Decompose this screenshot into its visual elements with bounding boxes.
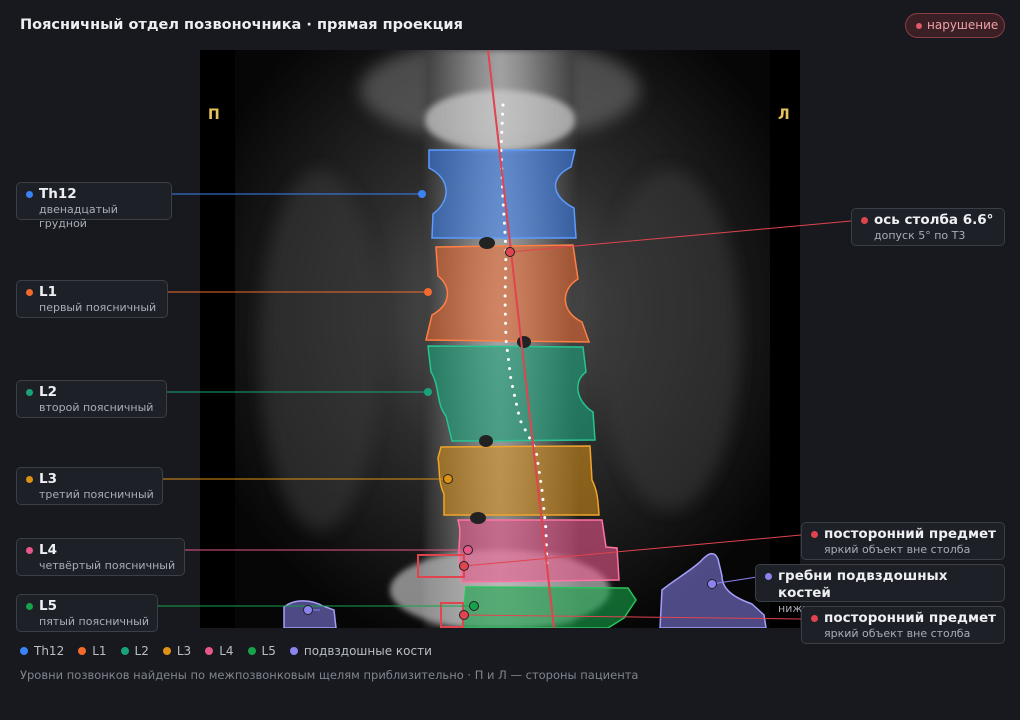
legend-swatch <box>289 647 298 655</box>
legend: Th12 L1 L2 L3 L4 L5 подвздошные кости <box>20 644 432 658</box>
legend-label: L5 <box>261 644 276 658</box>
card-title: L1 <box>39 284 57 300</box>
segment-l2[interactable] <box>427 345 596 442</box>
finding-dot-iliac <box>765 573 772 580</box>
label-card-th12[interactable]: Th12 двенадцатый грудной <box>16 182 172 230</box>
legend-swatch <box>120 647 129 655</box>
legend-swatch <box>247 647 256 655</box>
card-subtitle: яркий объект вне столба <box>824 543 971 556</box>
card-subtitle: четвёртый поясничный <box>39 559 176 572</box>
card-title: ось столба 6.6° <box>874 212 994 228</box>
status-badge: нарушение <box>905 13 1005 38</box>
label-card-l2[interactable]: L2 второй поясничный <box>16 380 167 418</box>
legend-swatch <box>162 647 171 655</box>
segment-l5[interactable] <box>461 586 637 628</box>
finding-card-foreign-1[interactable]: посторонний предмет яркий объект вне сто… <box>801 522 1005 560</box>
legend-dot-l1 <box>26 289 33 296</box>
card-title: посторонний предмет <box>824 610 996 626</box>
legend-swatch <box>205 647 214 655</box>
finding-card-iliac[interactable]: гребни подвздошных костей нижняя граница… <box>755 564 1005 615</box>
legend-item-l3[interactable]: L3 <box>162 644 192 658</box>
side-marker-right: П <box>208 107 220 123</box>
legend-item-l4[interactable]: L4 <box>205 644 234 658</box>
legend-label: L1 <box>92 644 107 658</box>
legend-swatch <box>78 647 87 655</box>
card-title: L2 <box>39 384 57 400</box>
card-subtitle: третий поясничный <box>39 488 154 501</box>
segment-th12[interactable] <box>428 149 577 239</box>
legend-swatch <box>20 647 28 655</box>
card-title: L5 <box>39 598 57 614</box>
card-subtitle: допуск 5° по Т3 <box>874 229 966 242</box>
page-title: Поясничный отдел позвоночника · прямая п… <box>20 17 463 33</box>
label-card-l5[interactable]: L5 пятый поясничный <box>16 594 158 632</box>
finding-card-foreign-2[interactable]: посторонний предмет яркий объект вне сто… <box>801 606 1005 644</box>
card-subtitle: пятый поясничный <box>39 615 149 628</box>
card-title: гребни подвздошных костей <box>778 568 948 601</box>
card-subtitle: яркий объект вне столба <box>824 627 971 640</box>
legend-dot-l5 <box>26 603 33 610</box>
card-subtitle: двенадцатый грудной <box>39 203 118 230</box>
legend-label: Th12 <box>34 644 65 658</box>
legend-dot-l3 <box>26 476 33 483</box>
card-title: посторонний предмет <box>824 526 996 542</box>
finding-dot-axis <box>861 217 868 224</box>
card-subtitle: второй поясничный <box>39 401 154 414</box>
xray-image <box>200 50 800 628</box>
footer-note: Уровни позвонков найдены по межпозвонков… <box>20 668 639 682</box>
legend-item-l5[interactable]: L5 <box>247 644 276 658</box>
legend-item-l1[interactable]: L1 <box>78 644 107 658</box>
legend-item-iliac[interactable]: подвздошные кости <box>289 644 432 658</box>
status-dot <box>916 23 922 29</box>
xray-viewer[interactable]: П Л <box>200 50 800 628</box>
legend-dot-l2 <box>26 389 33 396</box>
segment-l4[interactable] <box>456 519 620 583</box>
label-card-l1[interactable]: L1 первый поясничный <box>16 280 168 318</box>
card-title: Th12 <box>39 186 77 202</box>
legend-item-l2[interactable]: L2 <box>120 644 149 658</box>
finding-card-axis[interactable]: ось столба 6.6° допуск 5° по Т3 <box>851 208 1005 246</box>
status-badge-label: нарушение <box>927 18 999 32</box>
legend-label: L2 <box>134 644 149 658</box>
legend-item-th12[interactable]: Th12 <box>20 644 64 658</box>
side-marker-left: Л <box>778 107 790 123</box>
label-card-l3[interactable]: L3 третий поясничный <box>16 467 163 505</box>
card-title: L3 <box>39 471 57 487</box>
legend-label: подвздошные кости <box>303 644 432 658</box>
card-subtitle: первый поясничный <box>39 301 157 314</box>
label-card-l4[interactable]: L4 четвёртый поясничный <box>16 538 185 576</box>
finding-dot-foreign-1 <box>811 531 818 538</box>
finding-dot-foreign-2 <box>811 615 818 622</box>
card-title: L4 <box>39 542 57 558</box>
segment-l1[interactable] <box>425 244 591 343</box>
segment-l3[interactable] <box>437 445 600 516</box>
legend-dot-th12 <box>26 191 33 198</box>
legend-label: L4 <box>219 644 234 658</box>
legend-dot-l4 <box>26 547 33 554</box>
legend-label: L3 <box>176 644 192 658</box>
